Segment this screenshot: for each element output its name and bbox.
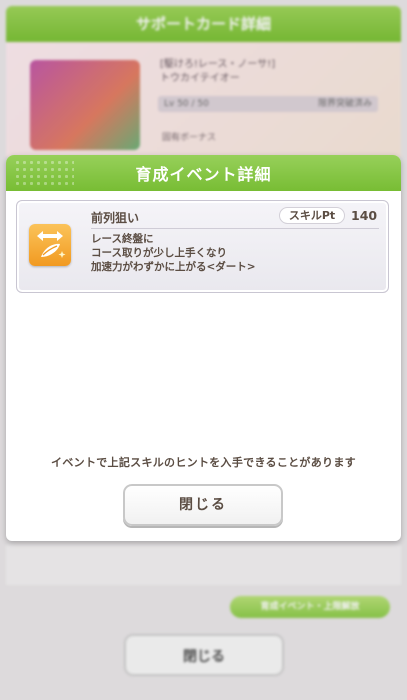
- hint-notice: イベントで上記スキルのヒントを入手できることがあります: [51, 456, 356, 469]
- skill-divider: [91, 228, 379, 229]
- dialog-header: 育成イベント詳細: [6, 155, 401, 191]
- skill-name: 前列狙い: [91, 211, 140, 225]
- skill-pt-badge: スキルPt: [279, 207, 345, 224]
- training-event-dialog: 育成イベント詳細 前列狙い スキルPt 140 レース終盤に コース取りが少し上…: [6, 155, 401, 541]
- skill-description-line: レース終盤に: [91, 233, 154, 245]
- skill-card[interactable]: 前列狙い スキルPt 140 レース終盤に コース取りが少し上手くなり 加速力が…: [16, 200, 389, 293]
- skill-description: レース終盤に コース取りが少し上手くなり 加速力がわずかに上がる<ダート>: [91, 232, 256, 274]
- skill-description-line: 加速力がわずかに上がる<ダート>: [91, 261, 256, 273]
- header-dot-pattern: [14, 159, 74, 187]
- speed-up-skill-icon: [29, 224, 71, 266]
- skill-pt-value: 140: [351, 208, 378, 223]
- dialog-title: 育成イベント詳細: [135, 165, 272, 184]
- skill-description-line: コース取りが少し上手くなり: [91, 247, 227, 259]
- close-button[interactable]: 閉じる: [123, 484, 283, 526]
